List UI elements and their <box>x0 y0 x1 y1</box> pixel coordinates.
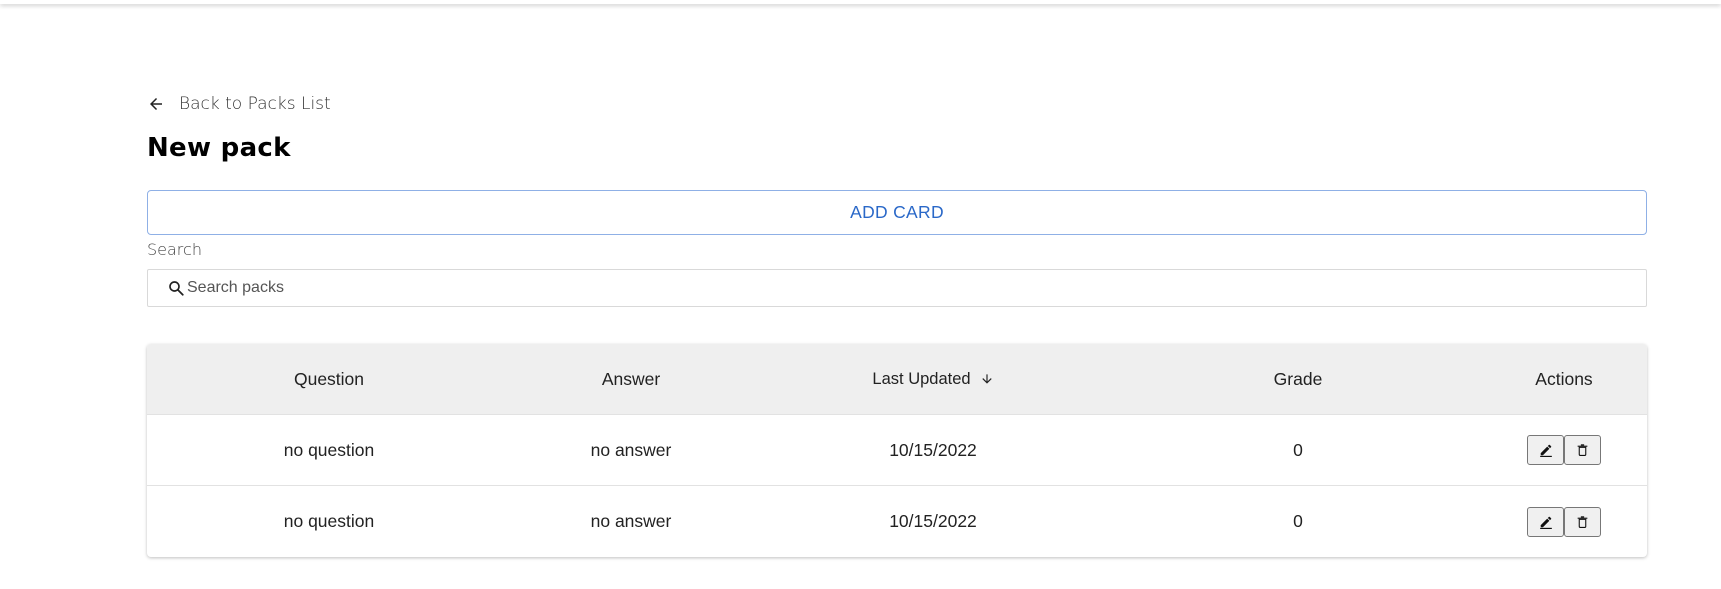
delete-button[interactable] <box>1564 506 1601 537</box>
search-input[interactable] <box>187 273 1627 303</box>
cell-grade: 0 <box>1293 511 1303 531</box>
arrow-down-icon[interactable] <box>980 372 994 386</box>
cell-answer: no answer <box>590 511 672 531</box>
cards-table: Question Answer Last Updated Grade Actio… <box>147 344 1647 557</box>
back-link-label: Back to Packs List <box>179 94 331 114</box>
back-to-packs-link[interactable]: Back to Packs List <box>147 90 331 118</box>
edit-button[interactable] <box>1527 506 1564 537</box>
edit-button[interactable] <box>1527 435 1564 465</box>
search-icon <box>169 281 184 296</box>
main-content: Back to Packs List New pack ADD CARD Sea… <box>147 90 1647 557</box>
column-header-question[interactable]: Question <box>147 369 511 390</box>
trash-icon <box>1577 515 1588 528</box>
cell-last-updated: 10/15/2022 <box>889 511 977 531</box>
column-header-actions: Actions <box>1535 368 1593 389</box>
top-app-bar <box>0 0 1721 4</box>
cell-actions <box>1481 435 1647 465</box>
add-card-button[interactable]: ADD CARD <box>147 190 1647 235</box>
delete-button[interactable] <box>1564 435 1601 465</box>
table-row: no question no answer 10/15/2022 0 <box>147 486 1647 557</box>
trash-icon <box>1577 444 1588 456</box>
column-header-last-updated-label: Last Updated <box>872 369 971 388</box>
edit-icon <box>1539 444 1552 457</box>
edit-icon <box>1539 516 1552 529</box>
cell-actions <box>1481 506 1647 537</box>
table-header-row: Question Answer Last Updated Grade Actio… <box>147 344 1647 415</box>
search-label: Search <box>147 240 202 259</box>
page-title: New pack <box>147 133 291 163</box>
column-header-answer[interactable]: Answer <box>511 369 751 390</box>
cell-answer: no answer <box>590 439 672 460</box>
cell-question: no question <box>283 439 375 460</box>
search-field[interactable] <box>147 269 1647 307</box>
arrow-left-icon <box>150 98 162 110</box>
cell-last-updated: 10/15/2022 <box>889 439 977 460</box>
cell-question: no question <box>283 511 375 531</box>
table-row: no question no answer 10/15/2022 0 <box>147 415 1647 486</box>
column-header-last-updated[interactable]: Last Updated <box>751 370 1115 389</box>
column-header-grade[interactable]: Grade <box>1115 369 1481 390</box>
cell-grade: 0 <box>1293 439 1303 460</box>
